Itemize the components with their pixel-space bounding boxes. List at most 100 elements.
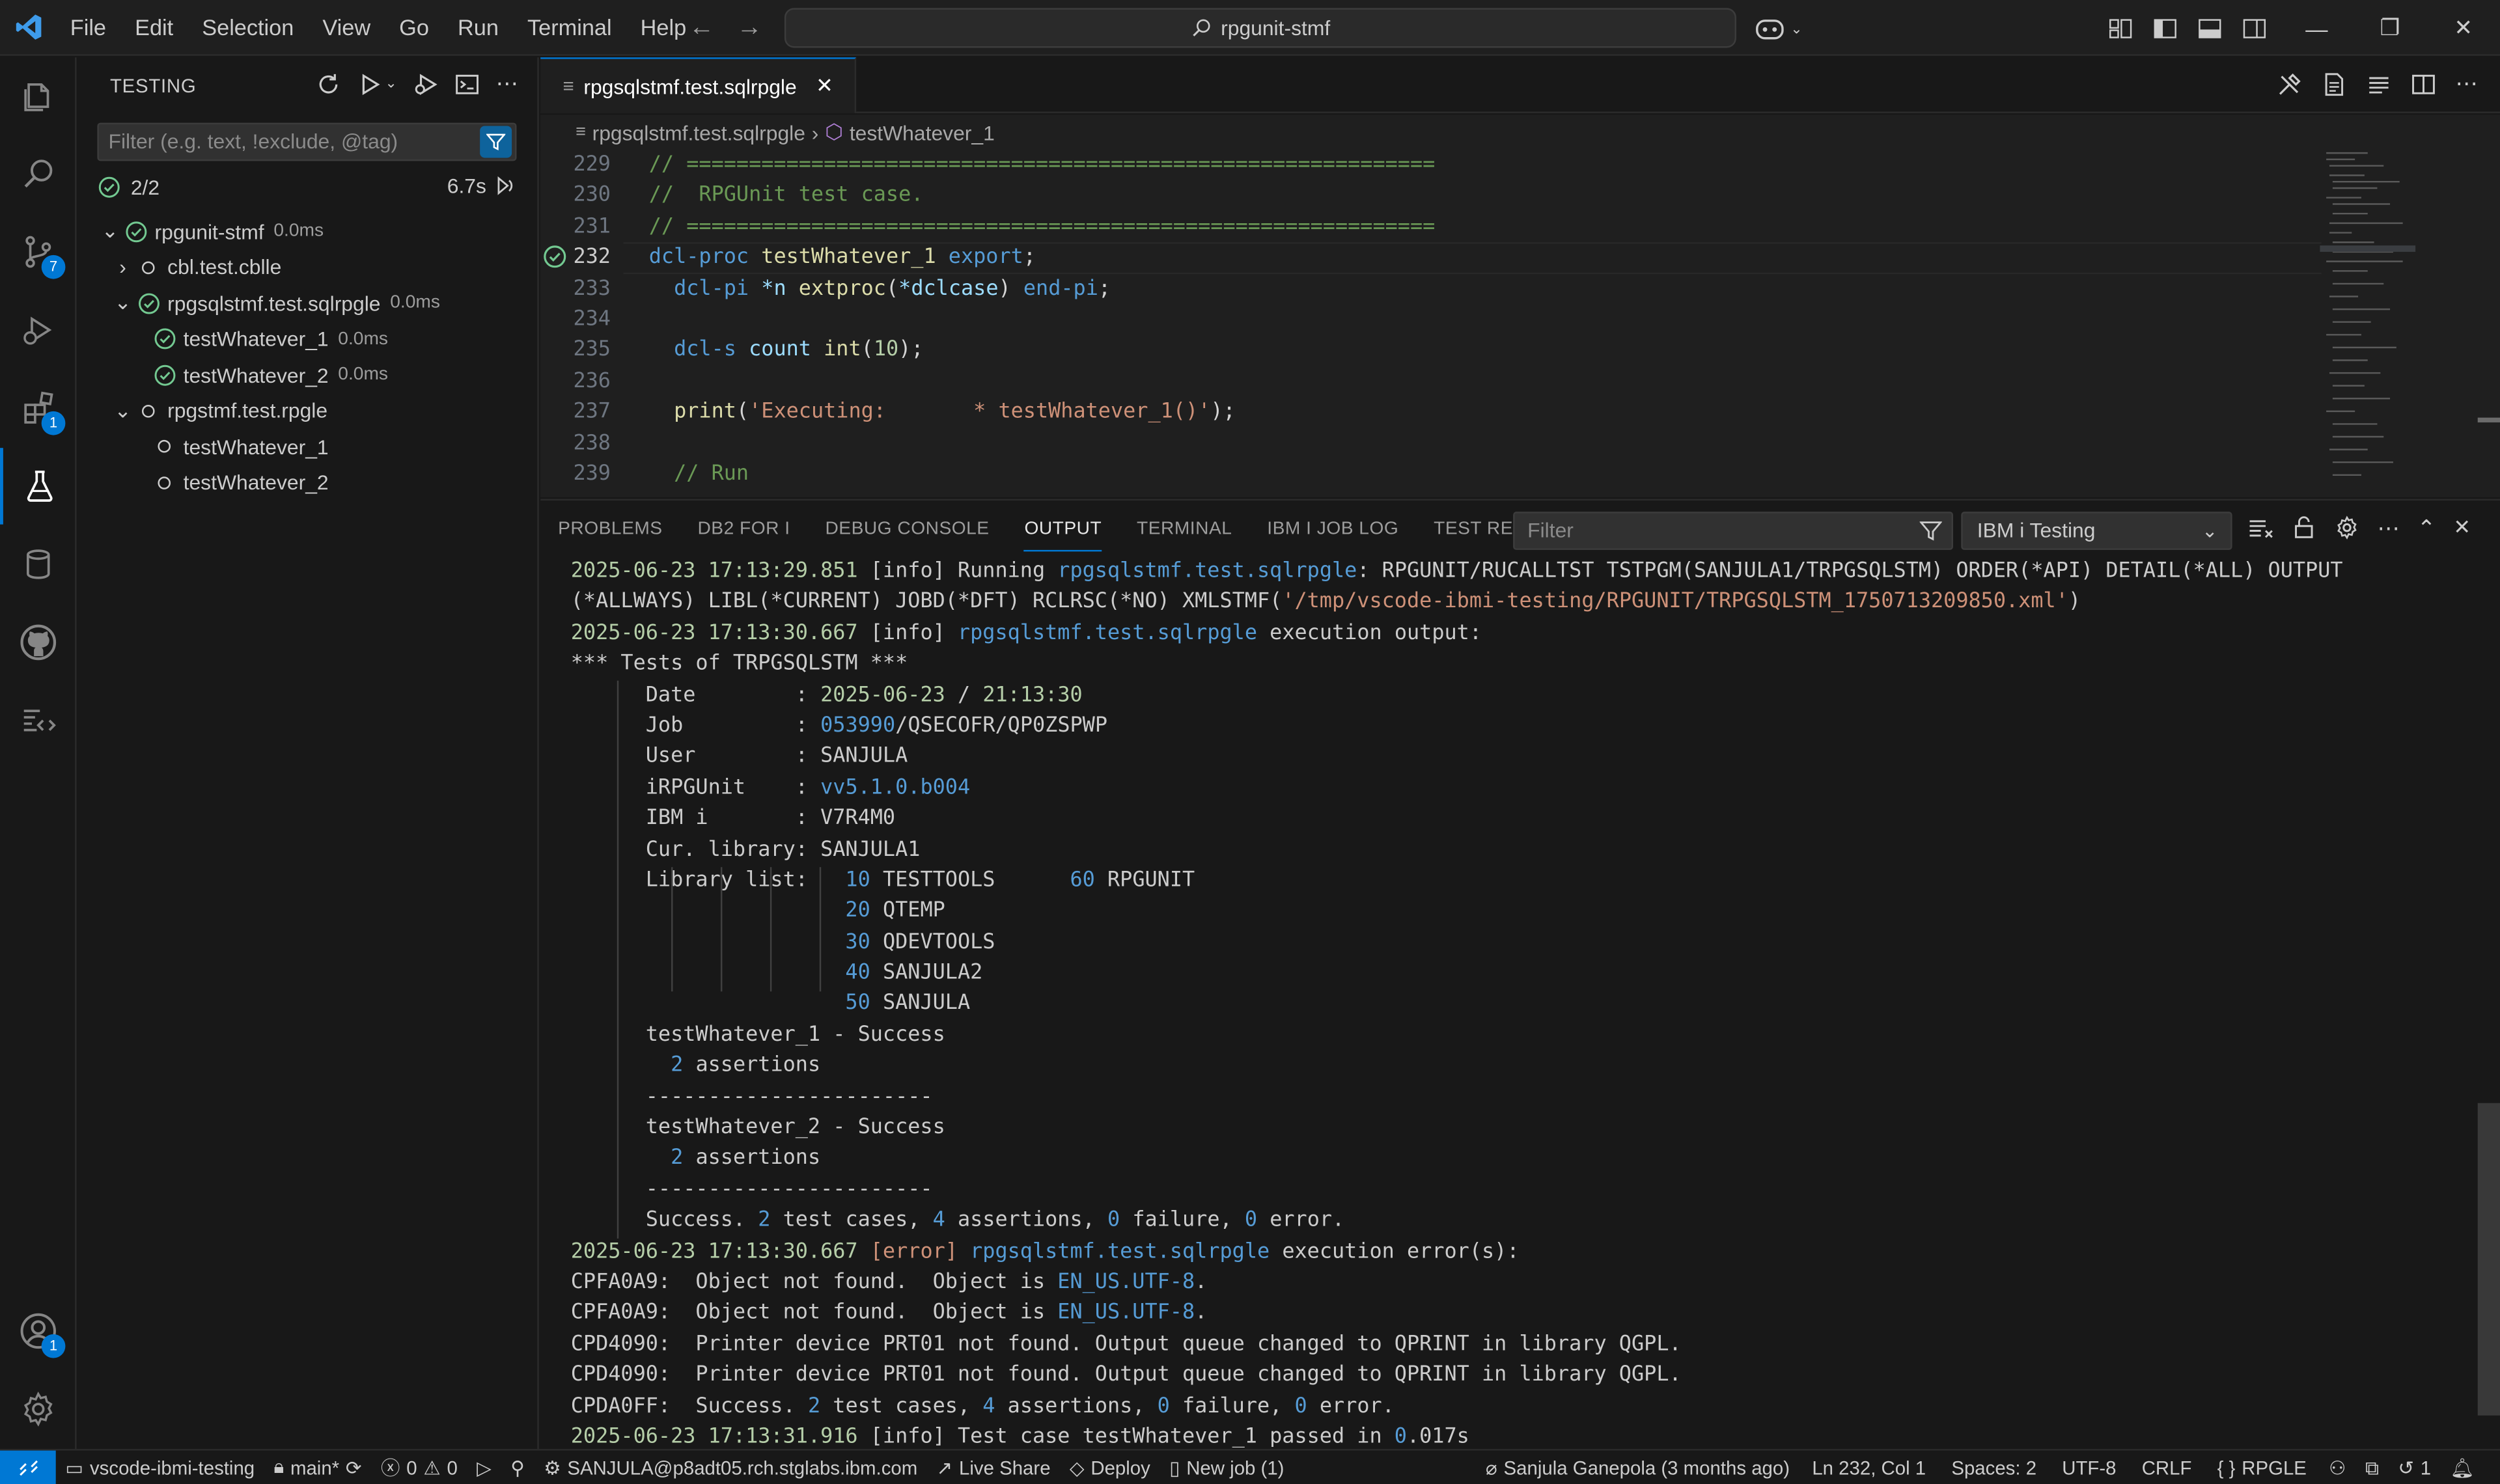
accounts-icon[interactable]: 1 [0, 1293, 77, 1369]
tab-debug-console[interactable]: DEBUG CONSOLE [808, 501, 1007, 558]
tree-item-testwhatever2[interactable]: testWhatever_2 0.0ms [78, 357, 537, 393]
refresh-tests-icon[interactable] [316, 71, 342, 96]
ibmi-icon[interactable] [0, 682, 77, 759]
settings-gear-icon[interactable] [0, 1371, 77, 1448]
menu-file[interactable]: File [56, 0, 120, 55]
status-blame[interactable]: ⌀ Sanjula Ganepola (3 months ago) [1476, 1457, 1799, 1479]
deploy-icon: ◇ [1069, 1456, 1085, 1479]
status-spaces[interactable]: Spaces: 2 [1939, 1457, 2049, 1479]
tools-icon[interactable] [2277, 72, 2302, 97]
breadcrumb-file[interactable]: rpgsqlstmf.test.sqlrpgle [592, 120, 805, 144]
sync-icon[interactable]: ⟳ [346, 1456, 362, 1478]
chevron-right-icon[interactable]: › [110, 255, 135, 279]
editor-tab[interactable]: ≡ rpgsqlstmf.test.sqlrpgle ✕ [540, 57, 857, 113]
tree-item-rpgsqlstmf-test[interactable]: ⌄ rpgsqlstmf.test.sqlrpgle 0.0ms [78, 285, 537, 321]
output-log[interactable]: 2025-06-23 17:13:29.851 [info] Running r… [571, 556, 2468, 1451]
command-center[interactable]: rpgunit-stmf [784, 8, 1736, 48]
close-window-icon[interactable]: ✕ [2426, 0, 2500, 56]
extensions-icon[interactable]: 1 [0, 370, 77, 447]
menu-selection[interactable]: Selection [188, 0, 308, 55]
status-problems[interactable]: ⓧ 0 ⚠ 0 [371, 1453, 467, 1481]
tree-item-rpgstmf-testwhatever1[interactable]: testWhatever_1 [78, 429, 537, 465]
github-icon[interactable] [0, 604, 77, 681]
test-filter-input[interactable]: Filter (e.g. text, !exclude, @tag) [97, 122, 517, 161]
status-new-job[interactable]: ▯ New job (1) [1160, 1456, 1294, 1478]
show-output-icon[interactable] [454, 71, 480, 96]
tree-item-rpgunit-stmf[interactable]: ⌄ rpgunit-stmf 0.0ms [78, 213, 537, 249]
run-tests-button[interactable]: ⌄ [358, 71, 397, 96]
customize-layout-icon[interactable] [2108, 15, 2133, 40]
tree-item-rpgstmf-test[interactable]: ⌄ rpgstmf.test.rpgle [78, 393, 537, 429]
status-live-share[interactable]: ↗ Live Share [927, 1456, 1060, 1478]
ports-icon[interactable]: ⧉ [2355, 1456, 2388, 1480]
code-editor[interactable]: 229 230 231 232 233 234 235 236 237 238 … [540, 150, 2500, 498]
status-eol[interactable]: CRLF [2129, 1457, 2204, 1479]
tree-item-rpgstmf-testwhatever2[interactable]: testWhatever_2 [78, 465, 537, 501]
copilot-button[interactable]: ⌄ [1754, 10, 1803, 48]
filter-icon[interactable] [1919, 519, 1942, 542]
tree-item-cbl-test[interactable]: › cbl.test.cblle [78, 249, 537, 285]
status-position[interactable]: Ln 232, Col 1 [1799, 1457, 1939, 1479]
breadcrumb-symbol[interactable]: testWhatever_1 [850, 120, 995, 144]
settings-gear-icon[interactable] [2334, 515, 2359, 540]
source-control-icon[interactable]: 7 [0, 213, 77, 290]
menu-go[interactable]: Go [385, 0, 443, 55]
chevron-down-icon[interactable]: ⌄ [110, 398, 135, 424]
clear-output-icon[interactable] [2248, 515, 2273, 540]
status-branch[interactable]: 🔒︎ main* ⟳ [264, 1455, 371, 1479]
explorer-icon[interactable] [0, 59, 77, 136]
list-icon[interactable] [2366, 72, 2391, 97]
search-icon[interactable] [0, 135, 77, 212]
split-editor-icon[interactable] [2411, 72, 2436, 97]
status-deploy[interactable]: ◇ Deploy [1060, 1456, 1160, 1478]
menu-edit[interactable]: Edit [120, 0, 188, 55]
more-actions-icon[interactable]: ⋯ [2455, 72, 2477, 97]
file-icon[interactable] [2322, 72, 2347, 97]
more-actions-icon[interactable]: ⋯ [496, 70, 518, 98]
tab-ibm-i-job-log[interactable]: IBM I JOB LOG [1249, 501, 1416, 558]
tree-item-testwhatever1[interactable]: testWhatever_1 0.0ms [78, 321, 537, 357]
status-repo[interactable]: ▭ vscode-ibmi-testing [56, 1456, 264, 1478]
plug-icon[interactable]: ⚲ [501, 1456, 535, 1478]
notifications-bell-icon[interactable]: 🔔︎ [2441, 1457, 2484, 1479]
go-forward-icon[interactable]: → [736, 14, 762, 42]
chevron-down-icon[interactable]: ⌄ [97, 219, 122, 244]
toggle-panel-icon[interactable] [2197, 15, 2223, 40]
menu-run[interactable]: Run [443, 0, 513, 55]
filter-icon[interactable] [480, 126, 512, 158]
status-encoding[interactable]: UTF-8 [2049, 1457, 2129, 1479]
close-panel-icon[interactable]: ✕ [2453, 515, 2471, 538]
tab-terminal[interactable]: TERMINAL [1119, 501, 1249, 558]
status-connection[interactable]: ⚙ SANJULA@p8adt05.rch.stglabs.ibm.com [535, 1456, 927, 1478]
editor-scrollbar[interactable] [2477, 417, 2500, 422]
copilot-status-icon[interactable]: ⚇ [2319, 1457, 2355, 1479]
go-back-icon[interactable]: ← [689, 14, 714, 42]
database-icon[interactable] [0, 526, 77, 603]
rerun-icon[interactable] [493, 174, 517, 198]
output-channel-select[interactable]: IBM i Testing ⌄ [1961, 512, 2232, 550]
tab-output[interactable]: OUTPUT [1007, 501, 1120, 558]
status-language[interactable]: { } RPGLE [2204, 1457, 2319, 1479]
status-history[interactable]: ↺ 1 [2389, 1457, 2441, 1479]
tab-db2-for-i[interactable]: DB2 FOR I [680, 501, 808, 558]
minimize-icon[interactable]: — [2280, 0, 2354, 56]
run-debug-status-icon[interactable]: ▷ [467, 1456, 501, 1478]
lock-scroll-icon[interactable] [2291, 515, 2316, 540]
tab-problems[interactable]: PROBLEMS [540, 501, 680, 558]
toggle-primary-sidebar-icon[interactable] [2152, 15, 2178, 40]
toggle-secondary-sidebar-icon[interactable] [2242, 15, 2267, 40]
menu-terminal[interactable]: Terminal [513, 0, 626, 55]
testing-icon[interactable] [0, 448, 77, 525]
minimap[interactable] [2320, 150, 2416, 497]
run-debug-icon[interactable] [0, 292, 77, 368]
close-tab-icon[interactable]: ✕ [816, 74, 833, 99]
restore-icon[interactable]: ❐ [2354, 0, 2427, 56]
output-scrollbar[interactable] [2477, 1103, 2500, 1416]
remote-indicator-icon[interactable] [0, 1450, 56, 1484]
output-filter-input[interactable]: Filter [1513, 512, 1954, 550]
more-actions-icon[interactable]: ⋯ [2377, 516, 2399, 538]
debug-tests-icon[interactable] [413, 71, 438, 96]
chevron-down-icon[interactable]: ⌄ [110, 290, 135, 316]
maximize-panel-icon[interactable]: ⌃ [2417, 516, 2436, 538]
menu-view[interactable]: View [308, 0, 385, 55]
